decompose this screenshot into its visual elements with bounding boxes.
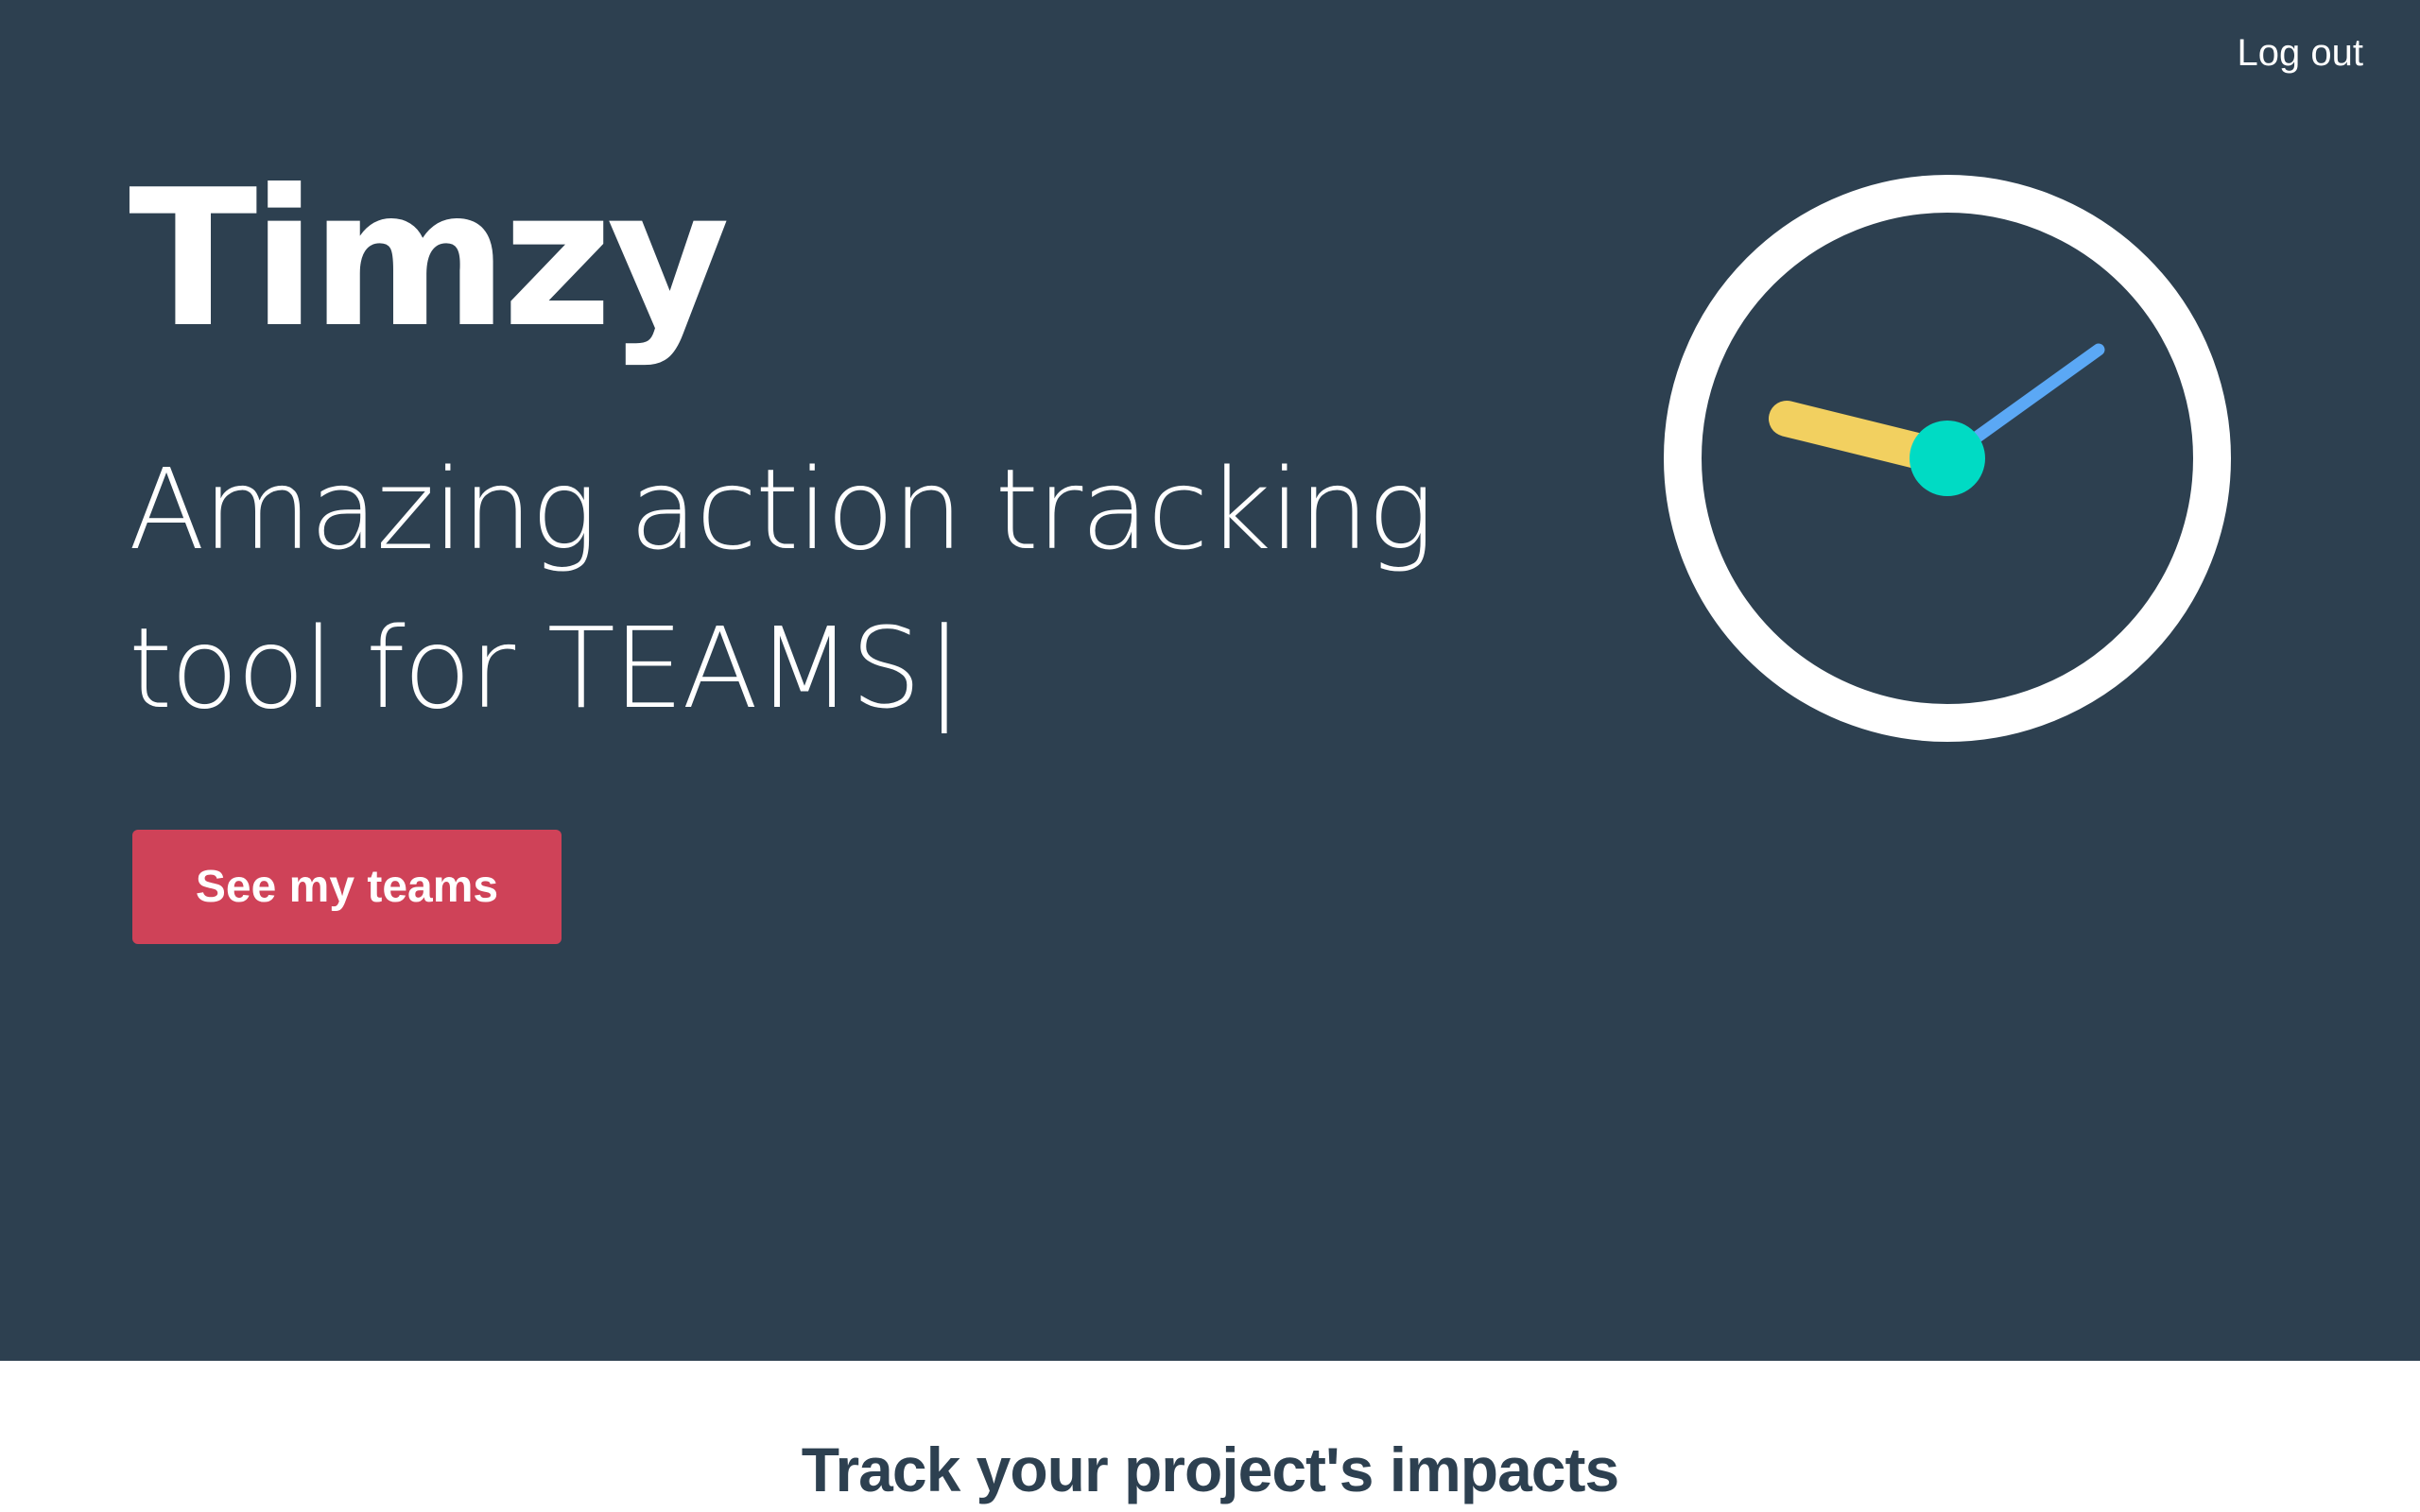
clock-center-dot [1910,421,1985,496]
logout-link[interactable]: Log out [2238,28,2363,77]
hero-tagline: Amazing action tracking tool for TEAMS| [129,430,1452,747]
brand-title: Timzy [129,149,730,369]
section-title: Track your project's impacts [801,1435,1619,1504]
tagline-line-2: tool for TEAMS [129,603,922,733]
clock-icon [1664,175,2231,742]
see-my-teams-button[interactable]: See my teams [132,830,562,944]
hero-section: Log out Timzy Amazing action tracking to… [0,0,2420,1361]
typing-cursor: | [925,603,963,733]
tagline-line-1: Amazing action tracking [129,444,1434,575]
